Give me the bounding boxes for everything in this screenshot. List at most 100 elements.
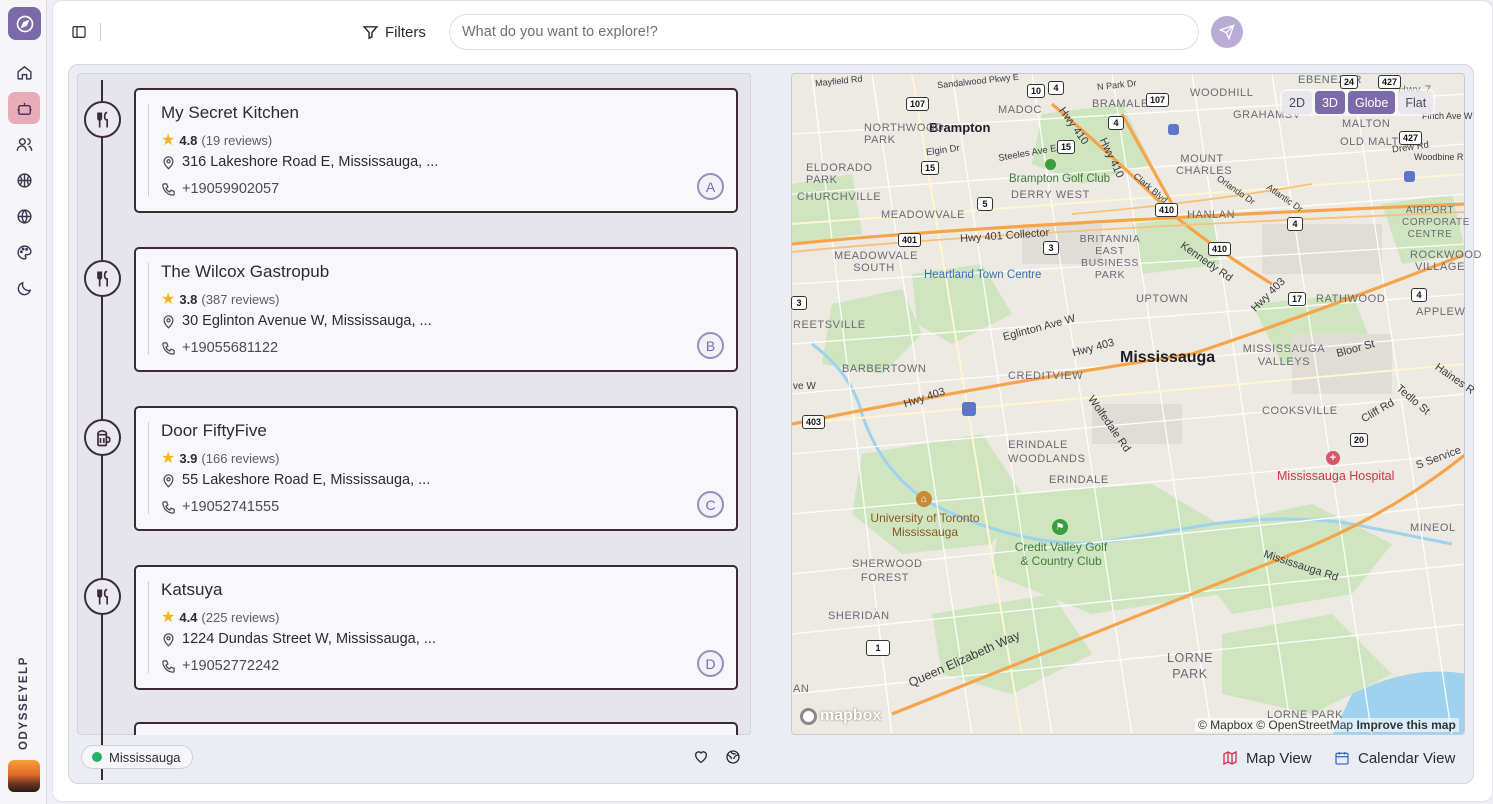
- filters-button[interactable]: Filters: [362, 20, 426, 44]
- result-name[interactable]: My Secret Kitchen: [161, 103, 299, 123]
- highway-shield: 427: [1399, 131, 1423, 145]
- mapbox-logo[interactable]: mapbox: [800, 707, 881, 725]
- star-icon: ★: [161, 609, 176, 626]
- golf-marker-icon[interactable]: [1045, 159, 1056, 170]
- result-card[interactable]: My Secret Kitchen ★ 4.8 (19 reviews) 316 …: [134, 88, 738, 213]
- search-input[interactable]: [450, 15, 1198, 49]
- result-card[interactable]: The Wilcox Gastropub ★ 3.8 (387 reviews) …: [134, 247, 738, 372]
- result-rating: ★ 4.4 (225 reviews): [161, 609, 280, 626]
- result-rating: ★ 3.9 (166 reviews): [161, 450, 280, 467]
- utensils-icon: [96, 270, 108, 286]
- filter-icon: [362, 25, 379, 39]
- transit-marker-icon[interactable]: [1404, 171, 1415, 182]
- search-bar: [449, 14, 1199, 50]
- hospital-marker-icon[interactable]: +: [1326, 451, 1340, 465]
- timeline-marker: [84, 101, 121, 138]
- location-chip[interactable]: Mississauga: [81, 745, 193, 769]
- map-label-neighbourhood: BRITANNIA EAST BUSINESS PARK: [1079, 233, 1141, 281]
- result-letter-badge: B: [697, 332, 724, 359]
- result-name[interactable]: Katsuya: [161, 580, 222, 600]
- calendar-view-button[interactable]: Calendar View: [1334, 748, 1455, 768]
- globe-icon[interactable]: [8, 200, 40, 232]
- result-rating: ★ 4.8 (19 reviews): [161, 132, 273, 149]
- card-accent: [148, 263, 149, 355]
- map-pin-icon: [163, 632, 174, 647]
- result-phone[interactable]: +19059902057: [161, 181, 279, 197]
- highway-shield: 4: [1108, 116, 1124, 130]
- phone-icon: [162, 341, 175, 355]
- route-globe-icon[interactable]: [722, 746, 744, 768]
- map-label-neighbourhood: APPLEW: [1416, 306, 1466, 318]
- mode-2d-button[interactable]: 2D: [1282, 91, 1312, 114]
- map-label-neighbourhood: SHERIDAN: [828, 610, 890, 622]
- highway-shield: 10: [1027, 84, 1046, 98]
- mode-flat-button[interactable]: Flat: [1398, 91, 1434, 114]
- send-button[interactable]: [1211, 16, 1243, 48]
- map-label-poi: Brampton Golf Club: [1009, 173, 1110, 185]
- result-card[interactable]: Door FiftyFive ★ 3.9 (166 reviews) 55 Lak…: [134, 406, 738, 531]
- highway-shield: 24: [1340, 75, 1359, 89]
- map-label-neighbourhood: MISSISSAUGA VALLEYS: [1242, 343, 1326, 368]
- mode-globe-button[interactable]: Globe: [1347, 91, 1396, 114]
- phone-icon: [162, 182, 175, 196]
- mode-3d-button[interactable]: 3D: [1314, 91, 1345, 114]
- transit-marker-icon[interactable]: [1168, 124, 1179, 135]
- calendar-icon: [1335, 752, 1349, 765]
- result-address: 55 Lakeshore Road E, Mississauga, ...: [161, 472, 430, 488]
- map-label-poi: University of Toronto Mississauga: [870, 511, 980, 539]
- map-label-neighbourhood: SHERWOOD FOREST: [852, 558, 923, 584]
- basketball-icon[interactable]: [8, 164, 40, 196]
- result-card[interactable]: [134, 722, 738, 735]
- map-pin-icon: [163, 155, 174, 170]
- sidebar-toggle-icon[interactable]: [68, 22, 90, 42]
- golf-marker-icon[interactable]: ⚑: [1052, 519, 1068, 535]
- map-label-neighbourhood: MEADOWVALE: [881, 209, 966, 221]
- map-label-neighbourhood: MINEOL: [1410, 522, 1456, 534]
- result-rating: ★ 3.8 (387 reviews): [161, 291, 280, 308]
- map-label-neighbourhood: CREDITVIEW: [1008, 370, 1084, 382]
- map-view-button[interactable]: Map View: [1222, 748, 1312, 768]
- filters-label: Filters: [385, 23, 426, 41]
- map-label-neighbourhood: UPTOWN: [1136, 293, 1189, 305]
- card-accent: [148, 581, 149, 673]
- improve-map-link[interactable]: Improve this map: [1356, 718, 1455, 732]
- highway-shield: 20: [1350, 433, 1369, 447]
- mapbox-logo-icon: [800, 707, 817, 725]
- result-address: 30 Eglinton Avenue W, Mississauga, ...: [161, 313, 432, 329]
- home-icon[interactable]: [8, 56, 40, 88]
- map-label-neighbourhood: HANLAN: [1187, 209, 1236, 221]
- heart-icon[interactable]: [690, 746, 712, 768]
- result-phone[interactable]: +19052772242: [161, 658, 279, 674]
- bot-icon[interactable]: [8, 92, 40, 124]
- result-card[interactable]: Katsuya ★ 4.4 (225 reviews) 1224 Dundas S…: [134, 565, 738, 690]
- highway-shield: 107: [1146, 93, 1170, 107]
- map-label-neighbourhood: MADOC: [998, 104, 1042, 116]
- map-label-neighbourhood: ERINDALE WOODLANDS: [1008, 439, 1086, 465]
- map-label-neighbourhood: WOODHILL: [1190, 87, 1254, 99]
- avatar[interactable]: [8, 760, 40, 792]
- card-accent: [148, 422, 149, 514]
- moon-icon[interactable]: [8, 272, 40, 304]
- result-name[interactable]: The Wilcox Gastropub: [161, 262, 329, 282]
- highway-shield: 15: [921, 161, 940, 175]
- university-marker-icon[interactable]: ⌂: [916, 491, 932, 507]
- map-label-neighbourhood: ERINDALE: [1049, 474, 1109, 486]
- left-rail: ODYSSEYELP: [0, 0, 47, 804]
- map-canvas[interactable]: [791, 73, 1465, 735]
- users-icon[interactable]: [8, 128, 40, 160]
- map-mode-toggle: 2D 3D Globe Flat: [1280, 89, 1436, 116]
- result-phone[interactable]: +19055681122: [161, 340, 278, 356]
- compass-logo-icon[interactable]: [8, 7, 41, 40]
- phone-icon: [162, 659, 175, 673]
- highway-shield: 5: [977, 197, 993, 211]
- highway-shield: 15: [1057, 140, 1076, 154]
- transit-marker-icon[interactable]: [962, 402, 976, 416]
- map-pin-icon: [163, 314, 174, 329]
- highway-shield: 410: [1155, 203, 1179, 217]
- result-phone[interactable]: +19052741555: [161, 499, 279, 515]
- palette-icon[interactable]: [8, 236, 40, 268]
- timeline-marker: [84, 260, 121, 297]
- card-accent: [148, 104, 149, 196]
- map-label-road: Woodbine R: [1414, 152, 1464, 162]
- result-name[interactable]: Door FiftyFive: [161, 421, 267, 441]
